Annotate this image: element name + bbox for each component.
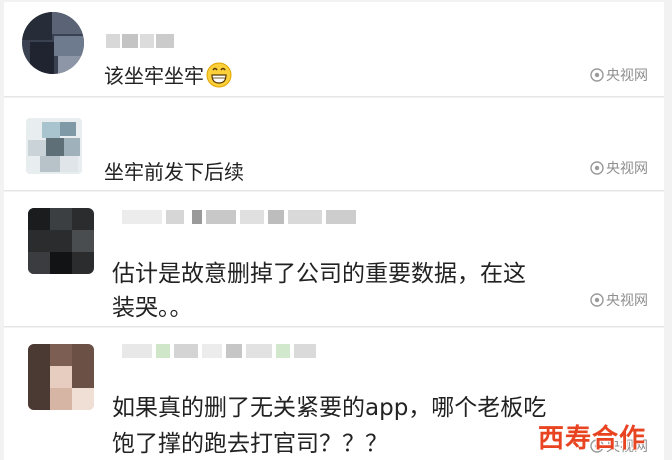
username-blurred[interactable] bbox=[122, 210, 362, 224]
comment-text-line2: 装哭。。 bbox=[112, 295, 193, 321]
site-logo: 西寿合作 bbox=[538, 418, 668, 458]
watermark: 央视网 bbox=[590, 65, 648, 85]
comment-text: 坐牢前发下后续 bbox=[104, 160, 244, 184]
comment-card: 估计是故意删掉了公司的重要数据，在这 装哭。。 央视网 bbox=[4, 192, 664, 327]
avatar[interactable] bbox=[22, 12, 84, 74]
username-blurred[interactable] bbox=[122, 344, 342, 358]
cctv-logo-icon bbox=[590, 68, 604, 82]
comment-text-line1: 如果真的删了无关紧要的app，哪个老板吃 bbox=[112, 395, 547, 421]
comment-text-line2: 饱了撑的跑去打官司？？？ bbox=[112, 431, 388, 457]
avatar[interactable] bbox=[26, 118, 82, 174]
cctv-logo-icon bbox=[590, 293, 604, 307]
site-logo-text: 西寿合作 bbox=[538, 424, 647, 454]
avatar[interactable] bbox=[28, 344, 94, 410]
avatar[interactable] bbox=[28, 208, 94, 274]
comment-card: 该坐牢坐牢 央视网 bbox=[4, 2, 664, 97]
grinning-face-emoji-icon bbox=[206, 62, 232, 88]
username-blurred[interactable] bbox=[106, 34, 176, 48]
comment-text-line1: 估计是故意删掉了公司的重要数据，在这 bbox=[112, 261, 526, 287]
watermark: 央视网 bbox=[590, 290, 648, 310]
comment-card: 坐牢前发下后续 央视网 bbox=[4, 98, 664, 191]
comment-text: 该坐牢坐牢 bbox=[104, 60, 232, 89]
cctv-logo-icon bbox=[590, 161, 604, 175]
watermark: 央视网 bbox=[590, 158, 648, 178]
